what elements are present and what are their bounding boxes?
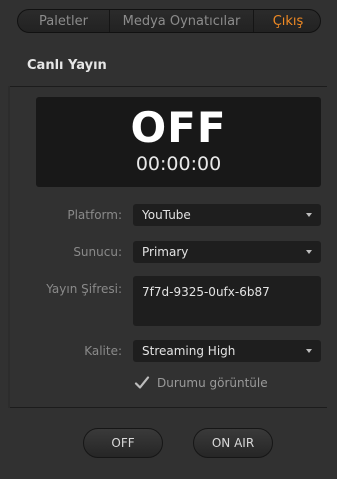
divider: [10, 86, 327, 87]
show-status-checkbox[interactable]: Durumu görüntüle: [134, 375, 268, 391]
show-status-label: Durumu görüntüle: [157, 376, 268, 390]
server-dropdown[interactable]: Primary: [133, 241, 321, 263]
platform-label: Platform:: [67, 208, 122, 222]
server-value: Primary: [142, 245, 189, 259]
server-label: Sunucu:: [73, 245, 122, 259]
divider: [10, 407, 327, 408]
chevron-down-icon: [306, 250, 312, 254]
tab-output[interactable]: Çıkış: [253, 10, 320, 32]
chevron-down-icon: [306, 349, 312, 353]
stream-timer: 00:00:00: [135, 153, 222, 175]
stream-state: OFF: [130, 103, 227, 152]
quality-value: Streaming High: [142, 344, 236, 358]
stream-key-field[interactable]: 7f7d-9325-0ufx-6b87: [133, 276, 321, 326]
tab-media-players[interactable]: Medya Oynatıcılar: [109, 10, 253, 32]
panel-edge: [8, 86, 10, 408]
section-title: Canlı Yayın: [27, 58, 107, 73]
stream-key-value: 7f7d-9325-0ufx-6b87: [142, 285, 270, 299]
quality-dropdown[interactable]: Streaming High: [133, 340, 321, 362]
stream-status-display: OFF 00:00:00: [36, 97, 321, 187]
tab-palettes[interactable]: Paletler: [18, 10, 109, 32]
platform-value: YouTube: [142, 208, 191, 222]
chevron-down-icon: [306, 213, 312, 217]
on-air-button[interactable]: ON AIR: [193, 428, 273, 458]
off-button[interactable]: OFF: [83, 428, 163, 458]
tab-bar: Paletler Medya Oynatıcılar Çıkış: [17, 9, 321, 33]
quality-label: Kalite:: [84, 344, 122, 358]
stream-key-label: Yayın Şifresi:: [46, 282, 122, 296]
checkmark-icon: [134, 375, 150, 391]
platform-dropdown[interactable]: YouTube: [133, 204, 321, 226]
live-stream-panel: Paletler Medya Oynatıcılar Çıkış Canlı Y…: [0, 0, 337, 479]
